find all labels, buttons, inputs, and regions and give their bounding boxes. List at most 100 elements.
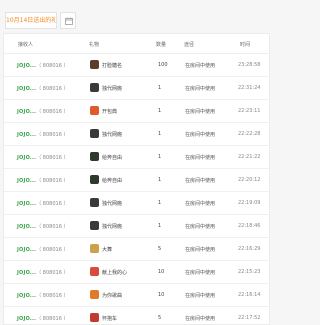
receiver-cell[interactable]: JOJO...（ 808016 ）: [17, 131, 69, 138]
column-header-time: 时间: [240, 42, 251, 48]
gift-time: 22:20:12: [238, 177, 261, 183]
gift-icon: [90, 244, 99, 253]
gift-time: 22:16:14: [238, 292, 261, 298]
calendar-button[interactable]: [60, 12, 76, 29]
gift-source: 在房间中使用: [185, 63, 216, 69]
column-header-source: 途径: [184, 42, 195, 48]
gift-icon: [90, 152, 99, 161]
receiver-id: （ 808016 ）: [36, 316, 69, 322]
receiver-cell[interactable]: JOJO...（ 808016 ）: [17, 292, 69, 299]
receiver-nickname[interactable]: JOJO...: [17, 155, 36, 161]
calendar-icon: [65, 17, 73, 25]
receiver-cell[interactable]: JOJO...（ 808016 ）: [17, 108, 69, 115]
receiver-id: （ 808016 ）: [36, 86, 69, 92]
gift-name: 独代网瘾: [102, 86, 123, 92]
gift-source: 在房间中使用: [185, 293, 216, 299]
receiver-id: （ 808016 ）: [36, 201, 69, 207]
gift-record-table: 接收人 礼物 数量 途径 时间 JOJO...（ 808016 ）打脸糖名 100…: [3, 33, 270, 325]
toolbar: 10月14日送出的礼物: [0, 0, 270, 33]
receiver-nickname[interactable]: JOJO...: [17, 178, 36, 184]
receiver-nickname[interactable]: JOJO...: [17, 63, 36, 69]
gift-icon: [90, 129, 99, 138]
gift-name: 大舞: [102, 247, 113, 253]
gift-name: 独代网瘾: [102, 132, 123, 138]
table-row: JOJO...（ 808016 ） 为你歌曲 10 在房间中使用 22:16:14: [4, 284, 269, 307]
gift-icon: [90, 175, 99, 184]
table-row: JOJO...（ 808016 ） 独代网瘾 1 在房间中使用 22:18:46: [4, 215, 269, 238]
receiver-id: （ 808016 ）: [36, 270, 69, 276]
gift-icon: [90, 221, 99, 230]
receiver-nickname[interactable]: JOJO...: [17, 201, 36, 207]
gift-name: 为你歌曲: [102, 293, 123, 299]
gift-quantity: 100: [158, 62, 168, 68]
gift-icon: [90, 106, 99, 115]
receiver-cell[interactable]: JOJO...（ 808016 ）: [17, 246, 69, 253]
receiver-id: （ 808016 ）: [36, 109, 69, 115]
gift-icon: [90, 60, 99, 69]
gift-source: 在房间中使用: [185, 224, 216, 230]
gift-source: 在房间中使用: [185, 86, 216, 92]
column-header-quantity: 数量: [156, 42, 167, 48]
receiver-nickname[interactable]: JOJO...: [17, 109, 36, 115]
table-row: JOJO...（ 808016 ） 打脸糖名 100 在房间中使用 23:28:58: [4, 54, 269, 77]
table-row: JOJO...（ 808016 ） 献上我的心 10 在房间中使用 22:15:23: [4, 261, 269, 284]
gift-quantity: 10: [158, 292, 165, 298]
receiver-nickname[interactable]: JOJO...: [17, 293, 36, 299]
receiver-id: （ 808016 ）: [36, 155, 69, 161]
gift-time: 22:16:29: [238, 246, 261, 252]
gift-time: 22:22:28: [238, 131, 261, 137]
receiver-id: （ 808016 ）: [36, 132, 69, 138]
table-row: JOJO...（ 808016 ） 独代网瘾 1 在房间中使用 22:31:24: [4, 77, 269, 100]
gift-name: 怀抱车: [102, 316, 118, 322]
gift-source: 在房间中使用: [185, 270, 216, 276]
gift-quantity: 5: [158, 315, 162, 321]
receiver-cell[interactable]: JOJO...（ 808016 ）: [17, 154, 69, 161]
date-filter-button[interactable]: 10月14日送出的礼物: [5, 12, 57, 29]
table-row: JOJO...（ 808016 ） 大舞 5 在房间中使用 22:16:29: [4, 238, 269, 261]
gift-name: 开包典: [102, 109, 118, 115]
gift-source: 在房间中使用: [185, 155, 216, 161]
receiver-nickname[interactable]: JOJO...: [17, 247, 36, 253]
gift-icon: [90, 313, 99, 322]
gift-quantity: 1: [158, 200, 162, 206]
gift-source: 在房间中使用: [185, 132, 216, 138]
gift-quantity: 10: [158, 269, 165, 275]
gift-icon: [90, 83, 99, 92]
gift-quantity: 1: [158, 85, 162, 91]
gift-source: 在房间中使用: [185, 109, 216, 115]
receiver-nickname[interactable]: JOJO...: [17, 316, 36, 322]
gift-time: 22:15:23: [238, 269, 261, 275]
gift-icon: [90, 267, 99, 276]
gift-quantity: 1: [158, 131, 162, 137]
gift-time: 22:19:09: [238, 200, 261, 206]
receiver-id: （ 808016 ）: [36, 63, 69, 69]
receiver-cell[interactable]: JOJO...（ 808016 ）: [17, 85, 69, 92]
gift-source: 在房间中使用: [185, 316, 216, 322]
receiver-cell[interactable]: JOJO...（ 808016 ）: [17, 177, 69, 184]
receiver-cell[interactable]: JOJO...（ 808016 ）: [17, 200, 69, 207]
gift-source: 在房间中使用: [185, 201, 216, 207]
table-header: 接收人 礼物 数量 途径 时间: [4, 34, 269, 54]
receiver-cell[interactable]: JOJO...（ 808016 ）: [17, 62, 69, 69]
receiver-nickname[interactable]: JOJO...: [17, 132, 36, 138]
receiver-cell[interactable]: JOJO...（ 808016 ）: [17, 315, 69, 322]
table-row: JOJO...（ 808016 ） 给奔自由 1 在房间中使用 22:20:12: [4, 169, 269, 192]
gift-icon: [90, 198, 99, 207]
table-row: JOJO...（ 808016 ） 独代网瘾 1 在房间中使用 22:19:09: [4, 192, 269, 215]
gift-name: 给奔自由: [102, 155, 123, 161]
gift-quantity: 1: [158, 177, 162, 183]
gift-time: 22:31:24: [238, 85, 261, 91]
table-row: JOJO...（ 808016 ） 开包典 1 在房间中使用 22:23:11: [4, 100, 269, 123]
table-row: JOJO...（ 808016 ） 给奔自由 1 在房间中使用 22:21:22: [4, 146, 269, 169]
receiver-cell[interactable]: JOJO...（ 808016 ）: [17, 269, 69, 276]
receiver-cell[interactable]: JOJO...（ 808016 ）: [17, 223, 69, 230]
gift-icon: [90, 290, 99, 299]
column-header-receiver: 接收人: [18, 42, 34, 48]
receiver-nickname[interactable]: JOJO...: [17, 86, 36, 92]
gift-source: 在房间中使用: [185, 178, 216, 184]
gift-time: 22:23:11: [238, 108, 261, 114]
table-row: JOJO...（ 808016 ） 独代网瘾 1 在房间中使用 22:22:28: [4, 123, 269, 146]
receiver-nickname[interactable]: JOJO...: [17, 224, 36, 230]
receiver-nickname[interactable]: JOJO...: [17, 270, 36, 276]
gift-time: 22:18:46: [238, 223, 261, 229]
